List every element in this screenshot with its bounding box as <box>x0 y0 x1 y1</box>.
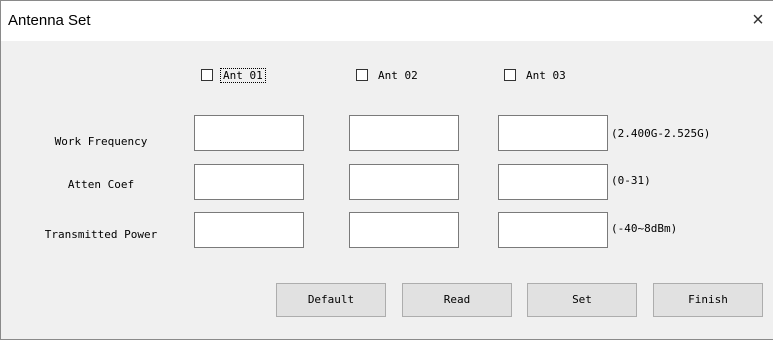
checkbox-icon[interactable] <box>504 69 516 81</box>
dialog-title: Antenna Set <box>8 12 91 29</box>
finish-button[interactable]: Finish <box>653 283 763 317</box>
work-frequency-label: Work Frequency <box>54 135 148 148</box>
transmitted-power-label: Transmitted Power <box>44 228 158 241</box>
transmitted-power-ant-02-input[interactable] <box>349 212 459 248</box>
atten-coef-ant-03-input[interactable] <box>498 164 608 200</box>
set-button[interactable]: Set <box>527 283 637 317</box>
ant-01-checkbox[interactable]: Ant 01 <box>201 67 266 83</box>
ant-03-label: Ant 03 <box>526 68 566 82</box>
transmitted-power-ant-03-input[interactable] <box>498 212 608 248</box>
title-bar: Antenna Set × <box>1 1 773 41</box>
ant-01-label: Ant 01 <box>220 67 266 83</box>
checkbox-icon[interactable] <box>356 69 368 81</box>
atten-coef-ant-01-input[interactable] <box>194 164 304 200</box>
read-button[interactable]: Read <box>402 283 512 317</box>
ant-03-checkbox[interactable]: Ant 03 <box>504 67 568 83</box>
checkbox-icon[interactable] <box>201 69 213 81</box>
transmitted-power-ant-01-input[interactable] <box>194 212 304 248</box>
antenna-set-dialog: Antenna Set × Ant 01 Ant 02 Ant 03 Work … <box>0 0 773 340</box>
ant-02-checkbox[interactable]: Ant 02 <box>356 67 420 83</box>
ant-02-label: Ant 02 <box>378 68 418 82</box>
work-frequency-ant-03-input[interactable] <box>498 115 608 151</box>
close-icon[interactable]: × <box>747 8 769 32</box>
atten-coef-ant-02-input[interactable] <box>349 164 459 200</box>
work-frequency-ant-01-input[interactable] <box>194 115 304 151</box>
work-frequency-range: (2.400G-2.525G) <box>611 127 711 140</box>
default-button[interactable]: Default <box>276 283 386 317</box>
atten-coef-label: Atten Coef <box>67 178 135 191</box>
atten-coef-range: (0-31) <box>611 174 651 187</box>
transmitted-power-range: (-40~8dBm) <box>611 222 678 235</box>
work-frequency-ant-02-input[interactable] <box>349 115 459 151</box>
